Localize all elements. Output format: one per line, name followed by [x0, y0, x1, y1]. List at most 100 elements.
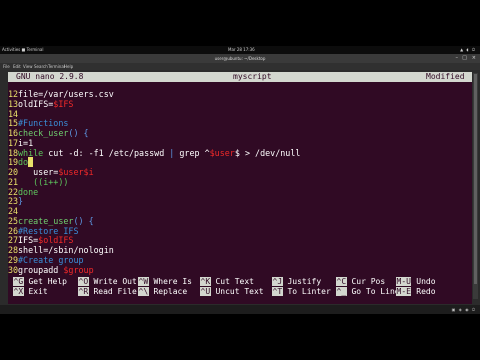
code-line[interactable]: 14 [8, 109, 18, 119]
shortcut-replace[interactable]: ^\ Replace [138, 287, 187, 297]
line-number: 27 [8, 235, 19, 246]
code-line[interactable]: 15#Functions [8, 118, 68, 128]
code-line[interactable]: 20 user=$user$i [8, 167, 94, 177]
window-titlebar[interactable]: user@ubuntu: ~/Desktop – □ × [0, 54, 480, 63]
shortcut-key: ^T [272, 287, 283, 296]
menu-edit[interactable]: Edit [13, 64, 21, 69]
taskbar: ▣ ◈ ◉ ⏻ [0, 305, 480, 314]
menu-search[interactable]: Search [34, 64, 48, 69]
shortcut-redo[interactable]: M-E Redo [396, 287, 436, 297]
code-area[interactable]: 12file=/var/users.csv 13oldIFS=$IFS 14 15#F… [8, 89, 472, 275]
shortcut-key: ^G [13, 277, 24, 286]
line-number: 18 [8, 147, 19, 158]
code-token: $oldIFS [38, 235, 74, 246]
code-line[interactable]: 22done [8, 187, 38, 197]
code-token: file=/var/users.csv [18, 89, 114, 99]
scrollbar-thumb[interactable] [474, 74, 477, 284]
shortcut-key: ^X [13, 287, 24, 296]
code-token: shell=/sbin/nologin [18, 245, 114, 255]
shortcut-cur-pos[interactable]: ^C Cur Pos [336, 277, 385, 287]
line-number: 20 [8, 167, 19, 177]
line-number: 25 [8, 215, 19, 226]
code-token: $user [209, 147, 235, 158]
menu-bar: File Edit View Search Terminal Help [0, 63, 480, 70]
line-number: 28 [8, 245, 19, 255]
shortcut-uncut-text[interactable]: ^U Uncut Text [200, 287, 264, 297]
shortcut-label: Cur Pos [346, 277, 386, 286]
code-line[interactable]: 16check_user() { [8, 128, 89, 138]
window-title: user@ubuntu: ~/Desktop [214, 56, 266, 61]
code-line[interactable]: 26#Restore IFS [8, 226, 79, 236]
shortcut-justify[interactable]: ^J Justify [272, 277, 321, 287]
code-token: $user$i [58, 167, 94, 177]
shortcut-go-to-line[interactable]: ^_ Go To Line [336, 287, 400, 297]
code-token: cut -d: -f1 /etc/passwd [48, 147, 170, 158]
code-line[interactable]: 17i=1 [8, 138, 33, 148]
shortcut-label: Undo [411, 277, 436, 286]
menu-file[interactable]: File [3, 64, 10, 69]
code-line[interactable]: 25create_user() { [8, 216, 94, 226]
shortcut-label: Go To Line [346, 287, 400, 296]
code-token: } [18, 196, 24, 207]
code-line[interactable]: 30groupadd $group [8, 265, 94, 275]
code-line[interactable]: 21 ((i++)) [8, 177, 68, 187]
system-tray-icons[interactable]: ▲ ◖ ⏻ [460, 47, 476, 52]
code-token: groupadd [18, 264, 64, 275]
shortcut-get-help[interactable]: ^G Get Help [13, 277, 67, 287]
maximize-icon[interactable]: □ [462, 55, 467, 61]
code-token: oldIFS= [18, 98, 54, 109]
shortcut-where-is[interactable]: ^W Where Is [138, 277, 192, 287]
shortcut-key: ^\ [138, 287, 149, 296]
shortcut-undo[interactable]: M-U Undo [396, 277, 436, 287]
line-number: 14 [8, 108, 19, 119]
shortcut-write-out[interactable]: ^O Write Out [78, 277, 137, 287]
code-line[interactable]: 18while cut -d: -f1 /etc/passwd | grep ^… [8, 148, 300, 158]
shortcut-cut-text[interactable]: ^K Cut Text [200, 277, 254, 287]
code-line[interactable]: 29#Create group [8, 255, 84, 265]
code-token: grep ^ [179, 147, 210, 158]
shortcut-key: ^O [78, 277, 89, 286]
taskbar-tray-icons[interactable]: ▣ ◈ ◉ ⏻ [452, 307, 476, 312]
code-line[interactable]: 23} [8, 196, 23, 206]
clock[interactable]: Mar 28 17:36 [228, 47, 255, 52]
menu-view[interactable]: View [23, 64, 33, 69]
nano-editor[interactable]: GNU nano 2.9.8 myscript Modified 12file=… [8, 72, 472, 304]
shortcut-key: ^_ [336, 287, 347, 296]
code-token: #Functions [18, 118, 69, 129]
line-number: 12 [8, 89, 19, 99]
shortcut-read-file[interactable]: ^R Read File [78, 287, 137, 297]
code-line[interactable]: 28shell=/sbin/nologin [8, 245, 114, 255]
nano-header: GNU nano 2.9.8 myscript Modified [8, 72, 472, 82]
line-number: 23 [8, 196, 19, 207]
line-number: 26 [8, 225, 19, 236]
code-token: IFS= [18, 235, 39, 246]
shortcut-label: Replace [148, 287, 188, 296]
code-line[interactable]: 27IFS=$oldIFS [8, 235, 73, 245]
code-token: $IFS [53, 98, 74, 109]
line-number: 22 [8, 186, 19, 197]
shortcut-key: ^K [200, 277, 211, 286]
activities-menu[interactable]: Activities ■ Terminal [2, 47, 43, 52]
code-token: done [18, 186, 39, 197]
code-token: $group [63, 264, 94, 275]
line-number: 16 [8, 128, 19, 138]
shortcut-label: Redo [411, 287, 436, 296]
code-token: #Create group [18, 254, 84, 265]
shortcut-to-linter[interactable]: ^T To Linter [272, 287, 331, 297]
shortcut-label: Where Is [148, 277, 192, 286]
minimize-icon[interactable]: – [456, 55, 459, 61]
menu-help[interactable]: Help [64, 64, 73, 69]
shortcut-key: ^R [78, 287, 89, 296]
code-line[interactable]: 19do [8, 157, 34, 168]
menu-terminal[interactable]: Terminal [48, 64, 65, 69]
shortcut-label: Cut Text [210, 277, 254, 286]
code-line[interactable]: 24 [8, 206, 18, 216]
line-number: 15 [8, 118, 19, 129]
shortcut-key: ^C [336, 277, 347, 286]
code-line[interactable]: 13oldIFS=$IFS [8, 99, 73, 109]
code-token: create_user [18, 215, 74, 226]
code-line[interactable]: 12file=/var/users.csv [8, 89, 114, 99]
shortcut-exit[interactable]: ^X Exit [13, 287, 48, 297]
close-icon[interactable]: × [472, 55, 476, 61]
line-number: 24 [8, 206, 19, 216]
